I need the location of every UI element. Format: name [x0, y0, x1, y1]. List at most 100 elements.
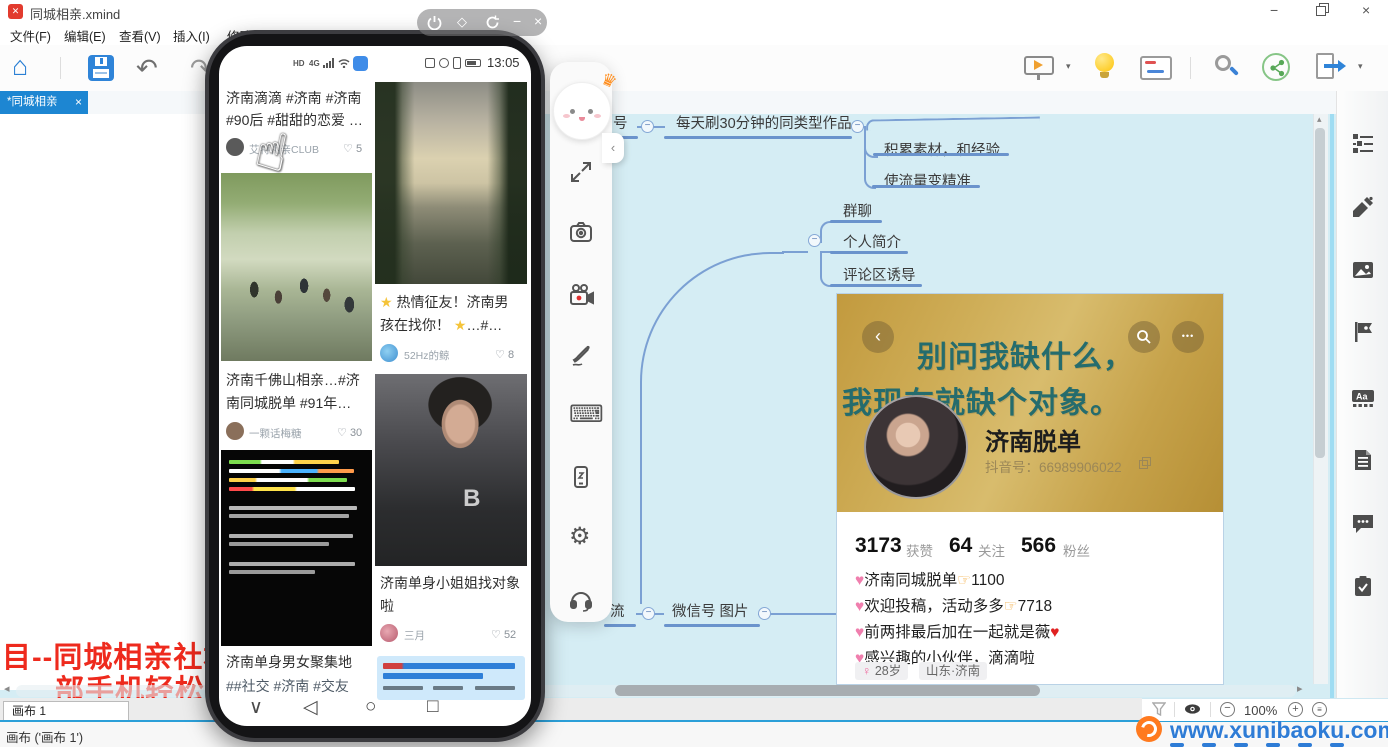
feed-avatar[interactable] [380, 624, 398, 642]
marker-flag-icon[interactable] [1351, 320, 1375, 344]
feed-card-title[interactable]: 南同城脱单 #91年… [226, 393, 351, 413]
feed-photo-textpost[interactable] [221, 450, 372, 646]
diamond-icon[interactable]: ◇ [457, 14, 467, 30]
hscroll-right-arrow[interactable]: ▸ [1297, 682, 1303, 695]
notes-icon[interactable] [1351, 448, 1375, 472]
feed-username[interactable]: 三月 [404, 628, 425, 643]
keyboard-icon[interactable]: ⌨ [569, 403, 593, 427]
label-icon[interactable]: Aa [1351, 385, 1375, 409]
feed-likes[interactable]: ♡ 30 [337, 426, 362, 439]
feed-avatar[interactable] [226, 138, 244, 156]
restore-button[interactable] [1316, 3, 1329, 16]
topic-comment-guide[interactable]: 评论区诱导 [843, 264, 916, 285]
note-card-button[interactable] [1140, 56, 1172, 80]
douyin-avatar[interactable] [864, 395, 968, 499]
feed-avatar[interactable] [226, 422, 244, 440]
record-video-icon[interactable] [569, 283, 593, 307]
collapse-minus-icon[interactable]: − [642, 607, 655, 620]
feed-likes[interactable]: ♡ 5 [343, 142, 362, 155]
settings-gear-icon[interactable]: ⚙ [569, 525, 593, 549]
minimize-icon[interactable]: − [513, 13, 521, 29]
headset-icon[interactable] [569, 588, 593, 612]
image-icon[interactable] [1351, 258, 1375, 282]
topic-partial-flow[interactable]: 流 [610, 600, 625, 621]
back-icon[interactable]: ‹ [862, 321, 894, 353]
power-icon[interactable] [427, 15, 442, 30]
export-button[interactable] [1316, 53, 1346, 81]
collapse-minus-icon[interactable]: − [758, 607, 771, 620]
more-icon[interactable]: ••• [1172, 321, 1204, 353]
feed-card-title[interactable]: 济南单身男女聚集地 [226, 652, 352, 672]
keyboard-caret-icon[interactable]: ˆ [595, 408, 599, 423]
feed-likes[interactable]: ♡ 52 [491, 628, 516, 641]
feed-card-title[interactable]: 济南滴滴 #济南 #济南 [226, 88, 361, 108]
fullscreen-icon[interactable] [569, 160, 593, 184]
comment-icon[interactable] [1351, 511, 1375, 535]
topic-accumulate[interactable]: 积累素材，和经验 [884, 139, 1000, 160]
panel-collapse-handle[interactable]: ‹ [602, 133, 624, 163]
presentation-button[interactable] [1024, 56, 1056, 80]
presentation-dropdown-icon[interactable]: ▾ [1066, 61, 1071, 72]
feed-card-title[interactable]: #90后 #甜甜的恋爱 … [226, 110, 363, 130]
feed-card-title[interactable]: ★ 热情征友！济南男 [380, 292, 508, 312]
nav-back-icon[interactable]: ◁ [303, 696, 318, 719]
copy-icon[interactable] [1139, 457, 1152, 470]
menu-edit[interactable]: 编辑(E) [64, 26, 106, 45]
feed-ad-card[interactable] [377, 656, 525, 700]
topic-partial-top[interactable]: 号 [613, 112, 628, 133]
feed-avatar-whale[interactable] [380, 344, 398, 362]
menu-insert[interactable]: 插入(I) [173, 26, 210, 45]
close-icon[interactable]: × [534, 13, 542, 29]
menu-view[interactable]: 查看(V) [119, 26, 161, 45]
minimize-button[interactable]: − [1270, 2, 1278, 18]
topic-wechat-image[interactable]: 微信号 图片 [672, 600, 749, 621]
feed-card-title[interactable]: 济南千佛山相亲…#济 [226, 370, 360, 390]
task-icon[interactable] [1351, 574, 1375, 598]
collapse-minus-icon[interactable]: − [641, 120, 654, 133]
feed-photo-park[interactable] [221, 173, 372, 361]
share-button[interactable] [1262, 53, 1290, 81]
draw-brush-icon[interactable] [569, 344, 593, 368]
topic-groupchat[interactable]: 群聊 [843, 200, 872, 221]
nav-recents-icon[interactable]: □ [427, 696, 438, 718]
screenshot-camera-icon[interactable] [569, 220, 593, 244]
feed-likes[interactable]: ♡ 8 [495, 348, 514, 361]
menu-file[interactable]: 文件(F) [10, 26, 51, 45]
vscroll-thumb[interactable] [1315, 128, 1325, 458]
rotate-icon[interactable] [485, 15, 500, 30]
topic-daily-scroll[interactable]: 每天刷30分钟的同类型作品 [676, 112, 852, 133]
mascot-avatar[interactable]: ♛ [553, 82, 611, 140]
home-icon[interactable]: ⌂ [12, 51, 28, 82]
feed-card-title[interactable]: 啦 [380, 596, 394, 616]
hscroll-left-arrow[interactable]: ◂ [4, 682, 10, 695]
search-button[interactable] [1214, 54, 1242, 82]
collapse-minus-icon[interactable]: − [851, 120, 864, 133]
document-tab[interactable]: *同城相亲 × [0, 91, 88, 114]
nav-collapse-icon[interactable]: ∨ [249, 696, 263, 719]
feed-photo-canal[interactable] [375, 82, 527, 284]
vscroll-up-arrow[interactable]: ▴ [1317, 114, 1322, 125]
feed-card-title[interactable]: 济南单身小姐姐找对象 [380, 573, 520, 593]
feed-photo-girl[interactable]: B [375, 374, 527, 566]
collapse-minus-icon[interactable]: − [808, 234, 821, 247]
undo-button[interactable]: ↶ [136, 53, 158, 84]
format-icon[interactable] [1351, 131, 1375, 155]
feed-username[interactable]: 一颗话梅糖 [249, 426, 302, 441]
sheet-tab-canvas1[interactable]: 画布 1 [3, 701, 129, 720]
lightbulb-button[interactable] [1094, 53, 1116, 81]
phone-sleep-icon[interactable] [569, 465, 593, 489]
hscroll-thumb[interactable] [615, 685, 1040, 696]
nav-home-icon[interactable]: ○ [365, 696, 376, 718]
document-tab-close-icon[interactable]: × [75, 91, 82, 114]
douyin-profile-image-node[interactable]: 别问我缺什么， 我现在就缺个对象。 ‹ ••• 济南脱单 抖音号：6698990… [836, 293, 1224, 685]
feed-username[interactable]: 52Hz的鲸 [404, 348, 450, 363]
export-dropdown-icon[interactable]: ▾ [1358, 61, 1363, 72]
close-button[interactable]: × [1362, 2, 1370, 18]
topic-intro[interactable]: 个人简介 [843, 231, 901, 252]
save-button[interactable] [88, 55, 114, 81]
feed-card-title[interactable]: ##社交 #济南 #交友 [226, 676, 349, 696]
branch-line [782, 251, 808, 253]
feed-card-title[interactable]: 孩在找你！ ★…#… [380, 315, 502, 335]
style-brush-icon[interactable] [1351, 195, 1375, 219]
search-icon[interactable] [1128, 321, 1160, 353]
